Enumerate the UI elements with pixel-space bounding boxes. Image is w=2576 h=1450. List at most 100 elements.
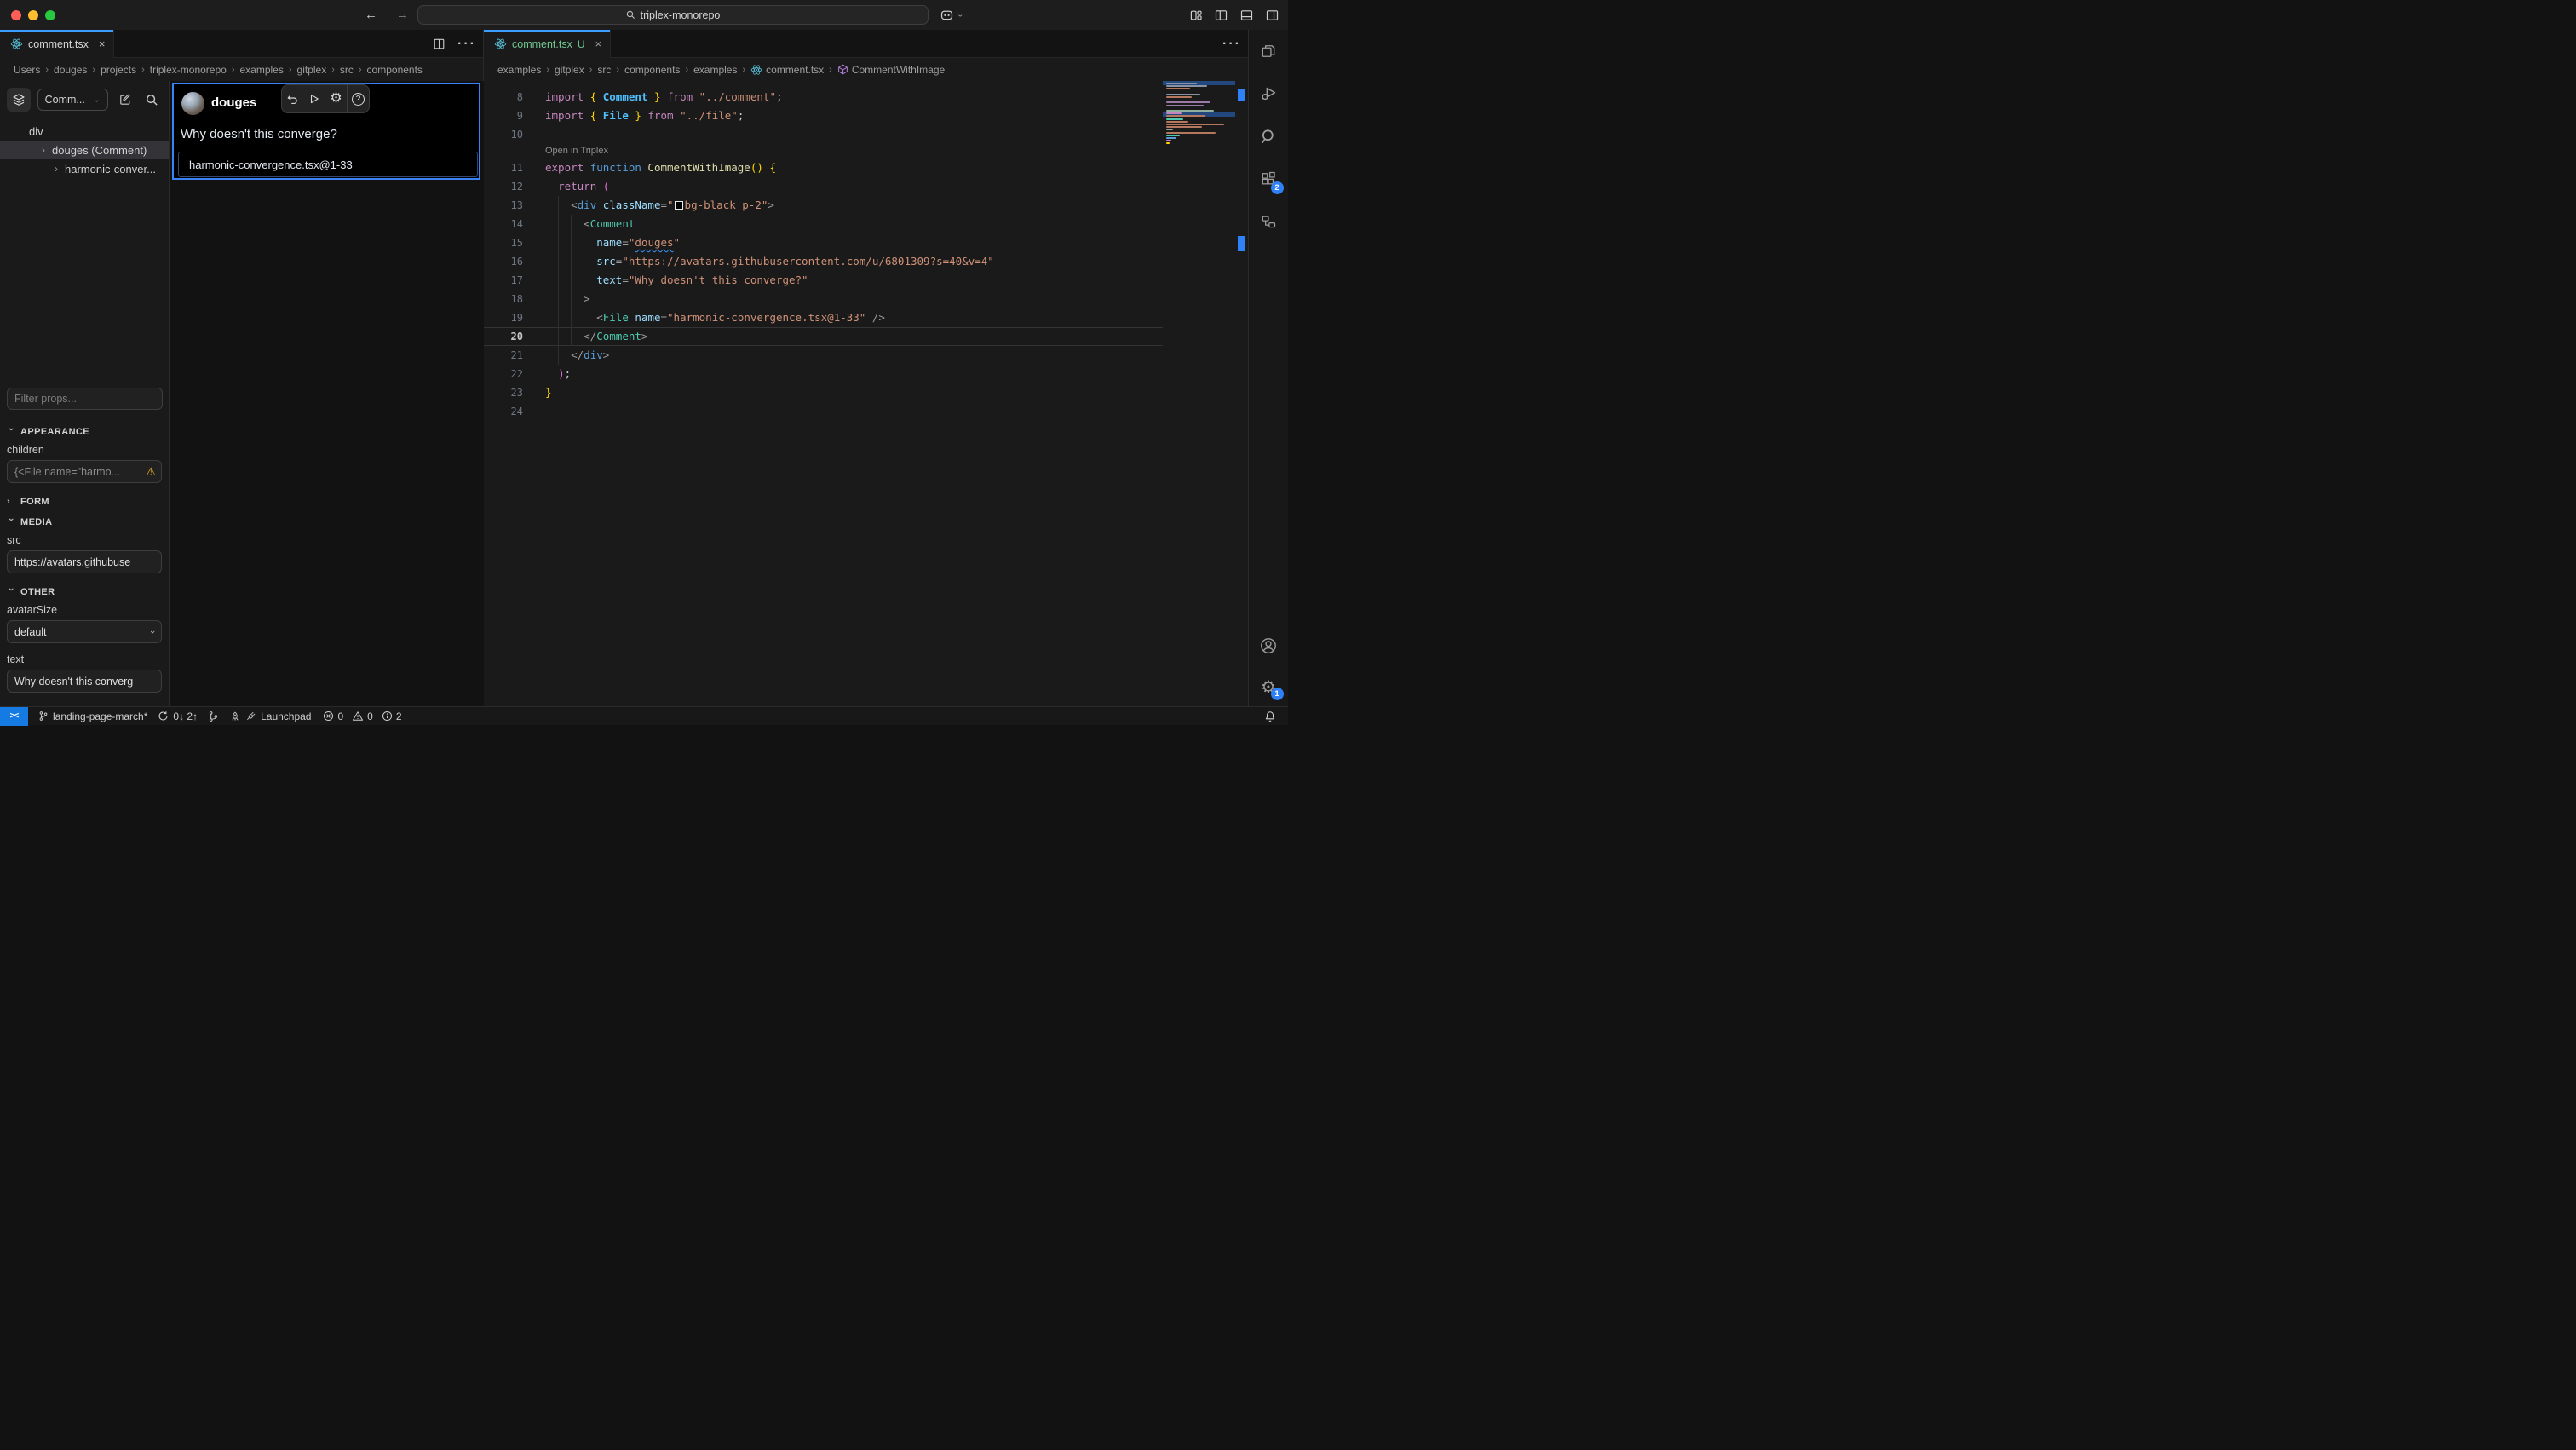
codelens-open-in-triplex[interactable]: Open in Triplex [484, 144, 1163, 158]
problems-item[interactable]: 0 0 2 [323, 711, 406, 722]
toggle-primary-sidebar-icon[interactable] [1214, 9, 1228, 22]
breadcrumb-item[interactable]: douges [54, 64, 87, 76]
remote-indicator[interactable]: >< [0, 707, 28, 726]
file-chip[interactable]: harmonic-convergence.tsx@1-33 [178, 152, 478, 177]
toggle-secondary-sidebar-icon[interactable] [1265, 9, 1279, 22]
settings-button[interactable]: ⚙ [325, 85, 347, 112]
maximize-window-icon[interactable] [45, 10, 55, 20]
code-line-24[interactable]: 24 [484, 402, 1163, 421]
files-icon [1260, 43, 1277, 60]
code-line-20[interactable]: 20 </Comment> [484, 327, 1163, 346]
sync-item[interactable]: 0↓ 2↑ [158, 711, 198, 722]
filter-props-input[interactable] [7, 388, 163, 410]
chevron-down-icon: ⌄ [93, 96, 100, 104]
git-branch-item[interactable]: landing-page-march* [38, 711, 147, 722]
code-line-11[interactable]: 11export function CommentWithImage() { [484, 158, 1163, 177]
breadcrumb-item[interactable]: comment.tsx [750, 64, 824, 76]
breadcrumb-item[interactable]: examples [693, 64, 737, 76]
extensions-view-button[interactable]: 2 [1249, 158, 1289, 200]
scene-panel[interactable]: douges Why doesn't this converge? harmon… [170, 81, 484, 706]
code-line-23[interactable]: 23} [484, 383, 1163, 402]
code-editor[interactable]: 8import { Comment } from "../comment";9i… [484, 81, 1248, 706]
left-sidebar: Comm... ⌄ div›douges (Comment)›harmonic-… [0, 81, 170, 706]
search-view-button[interactable] [1249, 115, 1289, 158]
prop-input-text[interactable]: Why doesn't this converg [7, 670, 162, 693]
code-line-22[interactable]: 22 ); [484, 365, 1163, 383]
breadcrumb-item[interactable]: triplex-monorepo [150, 64, 227, 76]
run-debug-view-button[interactable] [1249, 72, 1289, 115]
tree-item-harmonic-conver-[interactable]: ›harmonic-conver... [0, 159, 169, 178]
explorer-view-button[interactable] [1249, 30, 1289, 72]
breadcrumb-item[interactable]: components [367, 64, 423, 76]
new-component-button[interactable] [115, 89, 135, 110]
prop-label: src [7, 534, 162, 546]
code-line-9[interactable]: 9import { File } from "../file"; [484, 106, 1163, 125]
play-button[interactable] [303, 85, 325, 112]
accounts-button[interactable] [1249, 624, 1289, 667]
git-graph-item[interactable] [208, 711, 219, 722]
code-line-17[interactable]: 17 text="Why doesn't this converge?" [484, 271, 1163, 290]
close-window-icon[interactable] [11, 10, 21, 20]
layers-button[interactable] [7, 88, 31, 112]
tab-comment-tsx-left[interactable]: comment.tsx × [0, 30, 114, 58]
undo-button[interactable] [282, 85, 303, 112]
code-line-8[interactable]: 8import { Comment } from "../comment"; [484, 88, 1163, 106]
component-select[interactable]: Comm... ⌄ [37, 89, 108, 111]
section-header-form[interactable]: ›FORM [0, 492, 169, 512]
close-tab-icon[interactable]: × [99, 37, 106, 50]
overview-ruler[interactable] [1235, 81, 1248, 706]
section-header-other[interactable]: ›OTHER [0, 582, 169, 602]
breadcrumb-item[interactable]: Users [14, 64, 40, 76]
section-header-media[interactable]: ›MEDIA [0, 512, 169, 532]
breadcrumb-item[interactable]: examples [239, 64, 283, 76]
launchpad-item[interactable]: Launchpad [229, 711, 311, 722]
minimap-line [1166, 124, 1224, 125]
code-line-19[interactable]: 19 <File name="harmonic-convergence.tsx@… [484, 308, 1163, 327]
code-line-10[interactable]: 10 [484, 125, 1163, 144]
section-header-appearance[interactable]: ›APPEARANCE [0, 422, 169, 442]
split-editor-icon[interactable] [433, 37, 446, 50]
more-actions-icon[interactable]: ··· [1222, 37, 1241, 52]
scene-toolbar: ⚙ ? [281, 84, 370, 113]
copilot-menu[interactable]: ⌄ [940, 0, 963, 30]
breadcrumb-item[interactable]: CommentWithImage [837, 64, 945, 76]
prop-input-src[interactable]: https://avatars.githubuse [7, 550, 162, 573]
breadcrumb-item[interactable]: src [340, 64, 354, 76]
help-button[interactable]: ? [348, 85, 369, 112]
minimize-window-icon[interactable] [28, 10, 38, 20]
close-tab-icon[interactable]: × [595, 37, 602, 50]
code-line-13[interactable]: 13 <div className="bg-black p-2"> [484, 196, 1163, 215]
code-line-21[interactable]: 21 </div> [484, 346, 1163, 365]
code-line-14[interactable]: 14 <Comment [484, 215, 1163, 233]
chevron-right-icon[interactable]: › [51, 163, 61, 175]
breadcrumb-item[interactable]: gitplex [297, 64, 327, 76]
code-line-12[interactable]: 12 return ( [484, 177, 1163, 196]
breadcrumb-item[interactable]: src [597, 64, 611, 76]
breadcrumb-label: triplex-monorepo [150, 64, 227, 76]
command-center-search[interactable]: triplex-monorepo [417, 5, 929, 25]
minimap[interactable] [1163, 81, 1235, 706]
search-elements-button[interactable] [141, 89, 162, 110]
notifications-button[interactable] [1264, 707, 1276, 726]
line-number: 18 [484, 290, 523, 308]
code-line-16[interactable]: 16 src="https://avatars.githubuserconten… [484, 252, 1163, 271]
chevron-right-icon[interactable]: › [38, 144, 49, 156]
breadcrumb-item[interactable]: projects [101, 64, 136, 76]
customize-layout-icon[interactable] [1189, 9, 1203, 22]
tree-item-div[interactable]: div [0, 122, 169, 141]
breadcrumb-item[interactable]: components [624, 64, 680, 76]
breadcrumb-item[interactable]: examples [497, 64, 541, 76]
hierarchy-view-button[interactable] [1249, 200, 1289, 243]
prop-input-children[interactable]: {<File name="harmo...⚠ [7, 460, 162, 483]
back-icon[interactable]: ← [365, 8, 377, 22]
code-line-18[interactable]: 18 > [484, 290, 1163, 308]
tab-comment-tsx-editor[interactable]: comment.tsx U × [484, 30, 611, 58]
toggle-panel-icon[interactable] [1239, 9, 1254, 22]
settings-button[interactable]: ⚙ 1 [1249, 667, 1289, 706]
forward-icon[interactable]: → [396, 8, 409, 22]
more-actions-icon[interactable]: ··· [457, 37, 476, 52]
tree-item-douges-comment-[interactable]: ›douges (Comment) [0, 141, 169, 159]
breadcrumb-item[interactable]: gitplex [555, 64, 584, 76]
prop-select-avatarSize[interactable]: default› [7, 620, 162, 643]
code-line-15[interactable]: 15 name="douges" [484, 233, 1163, 252]
